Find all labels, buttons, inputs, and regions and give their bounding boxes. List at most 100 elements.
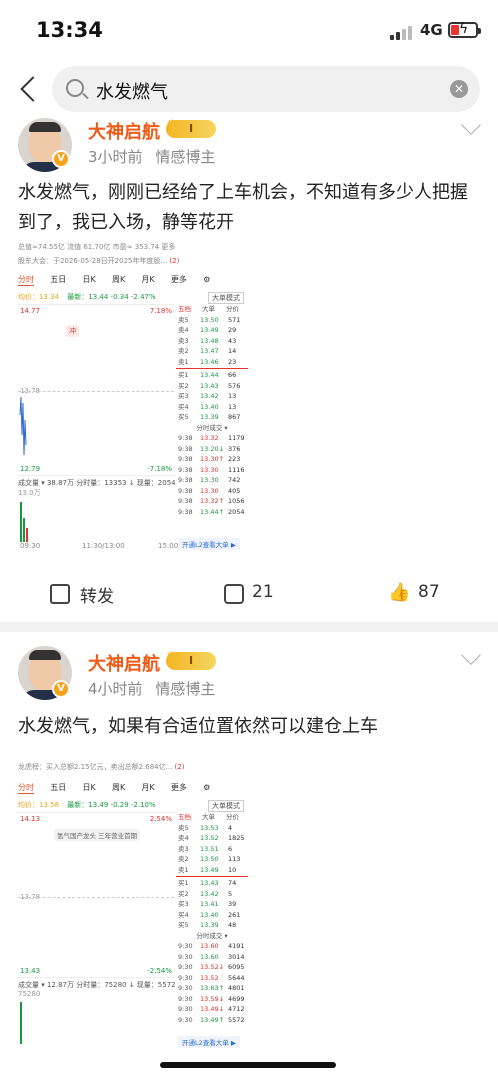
ob-sell-row-cell: 13.51	[200, 844, 219, 853]
shot-pct-low: -2.54%	[147, 967, 172, 975]
ob-trade-row-cell: 13.20↓	[200, 444, 225, 453]
ob-buy-row-cell: 867	[228, 413, 241, 421]
ob-trade-row: 9:38 13.44↑ 2054	[176, 507, 248, 518]
ob-sell-row: 卖3 13.48 43	[176, 336, 248, 347]
shot-volume-line: 成交量 ▾ 12.87万 分时量：75280 ↓ 现量：5572	[18, 981, 176, 989]
comment-count[interactable]: 21	[252, 582, 274, 602]
ob-sell-row-cell: 卖4	[178, 834, 189, 842]
ob-sell-row-cell: 4	[228, 823, 233, 832]
ob-sell-row-cell: 13.49	[200, 326, 219, 334]
repost-button[interactable]: 转发	[80, 582, 114, 607]
ob-trade-row-cell: 5572	[228, 1015, 245, 1024]
search-input[interactable]: 水发燃气 ✕	[52, 66, 480, 112]
clear-icon[interactable]: ✕	[450, 80, 468, 98]
ob-trade-row: 9:30 13.60 4191	[176, 941, 248, 952]
shot-low: 13.43	[20, 967, 41, 975]
stock-screenshot[interactable]: 龙虎榜：买入总额2.15亿元，卖出总额2.684亿... (2) 分时 五日 日…	[18, 758, 248, 1058]
username[interactable]: 大神启航	[88, 650, 160, 676]
ob-trade-row-cell: 9:38	[178, 434, 193, 442]
ob-trade-row-cell: 13.60	[200, 952, 219, 961]
ob-trade-row: 9:38 13.32 1179	[176, 433, 248, 444]
ob-trade-row-cell: 9:38	[178, 455, 193, 463]
shot-tab: 周K	[111, 783, 126, 792]
status-bar: 13:34 4G ϟ	[0, 0, 498, 60]
ob-sell-row-cell: 29	[228, 326, 237, 334]
ob-buy-row-cell: 66	[228, 371, 237, 379]
stock-screenshot[interactable]: 总值≈74.55亿 流值 61.70亿 市盈≈ 353.74 更多 股东大会：于…	[18, 242, 248, 552]
level-badge: I	[166, 652, 216, 670]
shot-notice-row: 股东大会：于2026-05-28日开2025年年度股... (2)	[18, 256, 248, 266]
shot-low: 12.79	[20, 465, 41, 473]
ob-sell-row: 卖4 13.49 29	[176, 325, 248, 336]
shot-price-line: 均价：13.34 最新：13.44 -0.34 -2.47% 大单模式	[18, 292, 248, 304]
ob-sell-row-cell: 卖5	[178, 823, 189, 832]
post-card[interactable]: V 大神启航 ♛ I 4小时前 情感博主 水发燃气，如果有合适位置依然可以建仓上…	[0, 640, 498, 1060]
shot-tab: 分时	[18, 275, 34, 286]
ob-trade-row: 9:30 13.49↓ 4712	[176, 1004, 248, 1015]
ob-trade-row-cell: 9:30	[178, 1005, 193, 1013]
ob-tab: 大单	[202, 305, 215, 313]
ob-buy-row: 买4 13.40 13	[176, 402, 248, 413]
shot-flag: 冲	[66, 325, 79, 337]
ob-sell-row-cell: 23	[228, 357, 237, 366]
post-tag: 情感博主	[155, 148, 216, 166]
ob-buy-row-cell: 买3	[178, 900, 189, 908]
network-label: 4G	[420, 21, 443, 39]
ob-buy-row-cell: 48	[228, 921, 237, 929]
ob-sell-row: 卖4 13.52 1825	[176, 833, 248, 844]
shot-l2-banner: 开通L2查看大单 ▶	[178, 1036, 240, 1048]
ob-sell-row-cell: 卖2	[178, 347, 189, 355]
shot-tab: 分时	[18, 783, 34, 794]
post-card[interactable]: V 大神启航 ♛ I 3小时前 情感博主 水发燃气，刚刚已经给了上车机会，不知道…	[0, 114, 498, 622]
username[interactable]: 大神启航	[88, 118, 160, 144]
shot-tab: 五日	[50, 275, 67, 284]
ob-buy-row: 买5 13.39 48	[176, 920, 248, 931]
shot-price-line: 均价：13.58 最新：13.49 -0.29 -2.10% 大单模式	[18, 800, 248, 812]
like-icon[interactable]: 👍	[388, 582, 410, 603]
ob-buy-row: 买4 13.40 261	[176, 910, 248, 921]
shot-notice: 股东大会：于2026-05-28日开2025年年度股...	[18, 257, 170, 265]
ob-buy-row-cell: 13	[228, 402, 237, 411]
status-time: 13:34	[36, 18, 103, 42]
comment-icon[interactable]	[224, 584, 244, 604]
shot-time-label: 15:00	[158, 542, 179, 550]
ob-trade-row-cell: 3014	[228, 952, 245, 961]
shot-tab: 日K	[82, 275, 96, 284]
search-query[interactable]: 水发燃气	[96, 78, 168, 104]
shot-avg: 均价：13.58	[18, 801, 60, 809]
more-chevron-icon[interactable]	[461, 115, 481, 135]
ob-trade-row-cell: 376	[228, 444, 241, 453]
ob-sell-row-cell: 卖5	[178, 315, 189, 324]
action-bar: 转发 21 👍 87	[0, 570, 498, 620]
shot-tab: 更多	[170, 275, 187, 284]
back-icon[interactable]	[14, 72, 44, 106]
shot-latest: 最新：13.44 -0.34 -2.47%	[67, 293, 156, 301]
shot-top-line: 总值≈74.55亿 流值 61.70亿 市盈≈ 353.74 更多	[18, 243, 176, 251]
like-count[interactable]: 87	[418, 582, 440, 602]
ob-trade-row: 9:30 13.49↑ 5572	[176, 1015, 248, 1026]
shot-volume-line: 成交量 ▾ 38.87万 分时量：13353 ↓ 现量：2054	[18, 479, 176, 487]
ob-trade-row-cell: 9:30	[178, 942, 193, 950]
ob-trade-row-cell: 9:30	[178, 963, 193, 971]
post-time: 4小时前	[88, 680, 143, 698]
ob-sell-row: 卖5 13.53 4	[176, 823, 248, 834]
ob-buy-row: 买3 13.42 13	[176, 391, 248, 402]
search-header: 水发燃气 ✕	[0, 62, 498, 114]
ob-buy-row-cell: 买4	[178, 402, 189, 411]
shot-flag: 氢气国产龙头 三年营业首期	[54, 829, 141, 841]
repost-icon[interactable]	[50, 584, 70, 604]
shot-notice-row: 龙虎榜：买入总额2.15亿元，卖出总额2.684亿... (2)	[18, 762, 248, 772]
ob-trade-row-cell: 13.44↑	[200, 507, 225, 516]
shot-notice-count: (2)	[169, 257, 180, 265]
ob-buy-row: 买1 13.44 66	[176, 370, 248, 381]
ob-buy-row-cell: 买4	[178, 910, 189, 919]
post-tag: 情感博主	[155, 680, 216, 698]
ob-buy-row-cell: 74	[228, 879, 237, 887]
ob-trade-row-cell: 9:38	[178, 465, 193, 474]
ob-sell-row-cell: 13.50	[200, 315, 219, 324]
shot-volume-bars	[20, 502, 28, 542]
shot-pct-high: 7.18%	[149, 307, 172, 315]
ob-buy-row: 买2 13.42 5	[176, 889, 248, 900]
ob-tabs: 五档 大单 分价	[176, 812, 248, 823]
more-chevron-icon[interactable]	[461, 645, 481, 665]
